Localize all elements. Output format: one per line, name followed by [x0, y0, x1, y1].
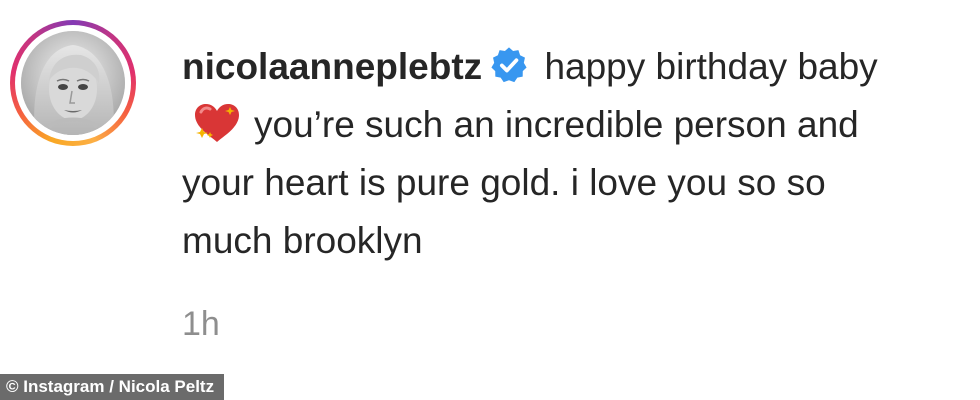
comment-text-after-emoji: you’re such an incredible person and you…: [182, 104, 859, 261]
profile-avatar-story-ring[interactable]: [10, 20, 136, 146]
username-link[interactable]: nicolaanneplebtz: [182, 46, 482, 87]
avatar-portrait-image: [21, 31, 125, 135]
photo-credit-caption: © Instagram / Nicola Peltz: [0, 374, 225, 400]
avatar-ring-gap: [15, 25, 131, 141]
avatar[interactable]: [21, 31, 125, 135]
comment-text-before-emoji: happy birthday baby: [544, 46, 878, 87]
comment-timestamp[interactable]: 1h: [182, 305, 220, 344]
sparkling-heart-icon: [195, 104, 239, 142]
comment-text-block: nicolaanneplebtz happy birthday baby you…: [182, 38, 902, 270]
verified-badge-icon: [491, 47, 527, 83]
